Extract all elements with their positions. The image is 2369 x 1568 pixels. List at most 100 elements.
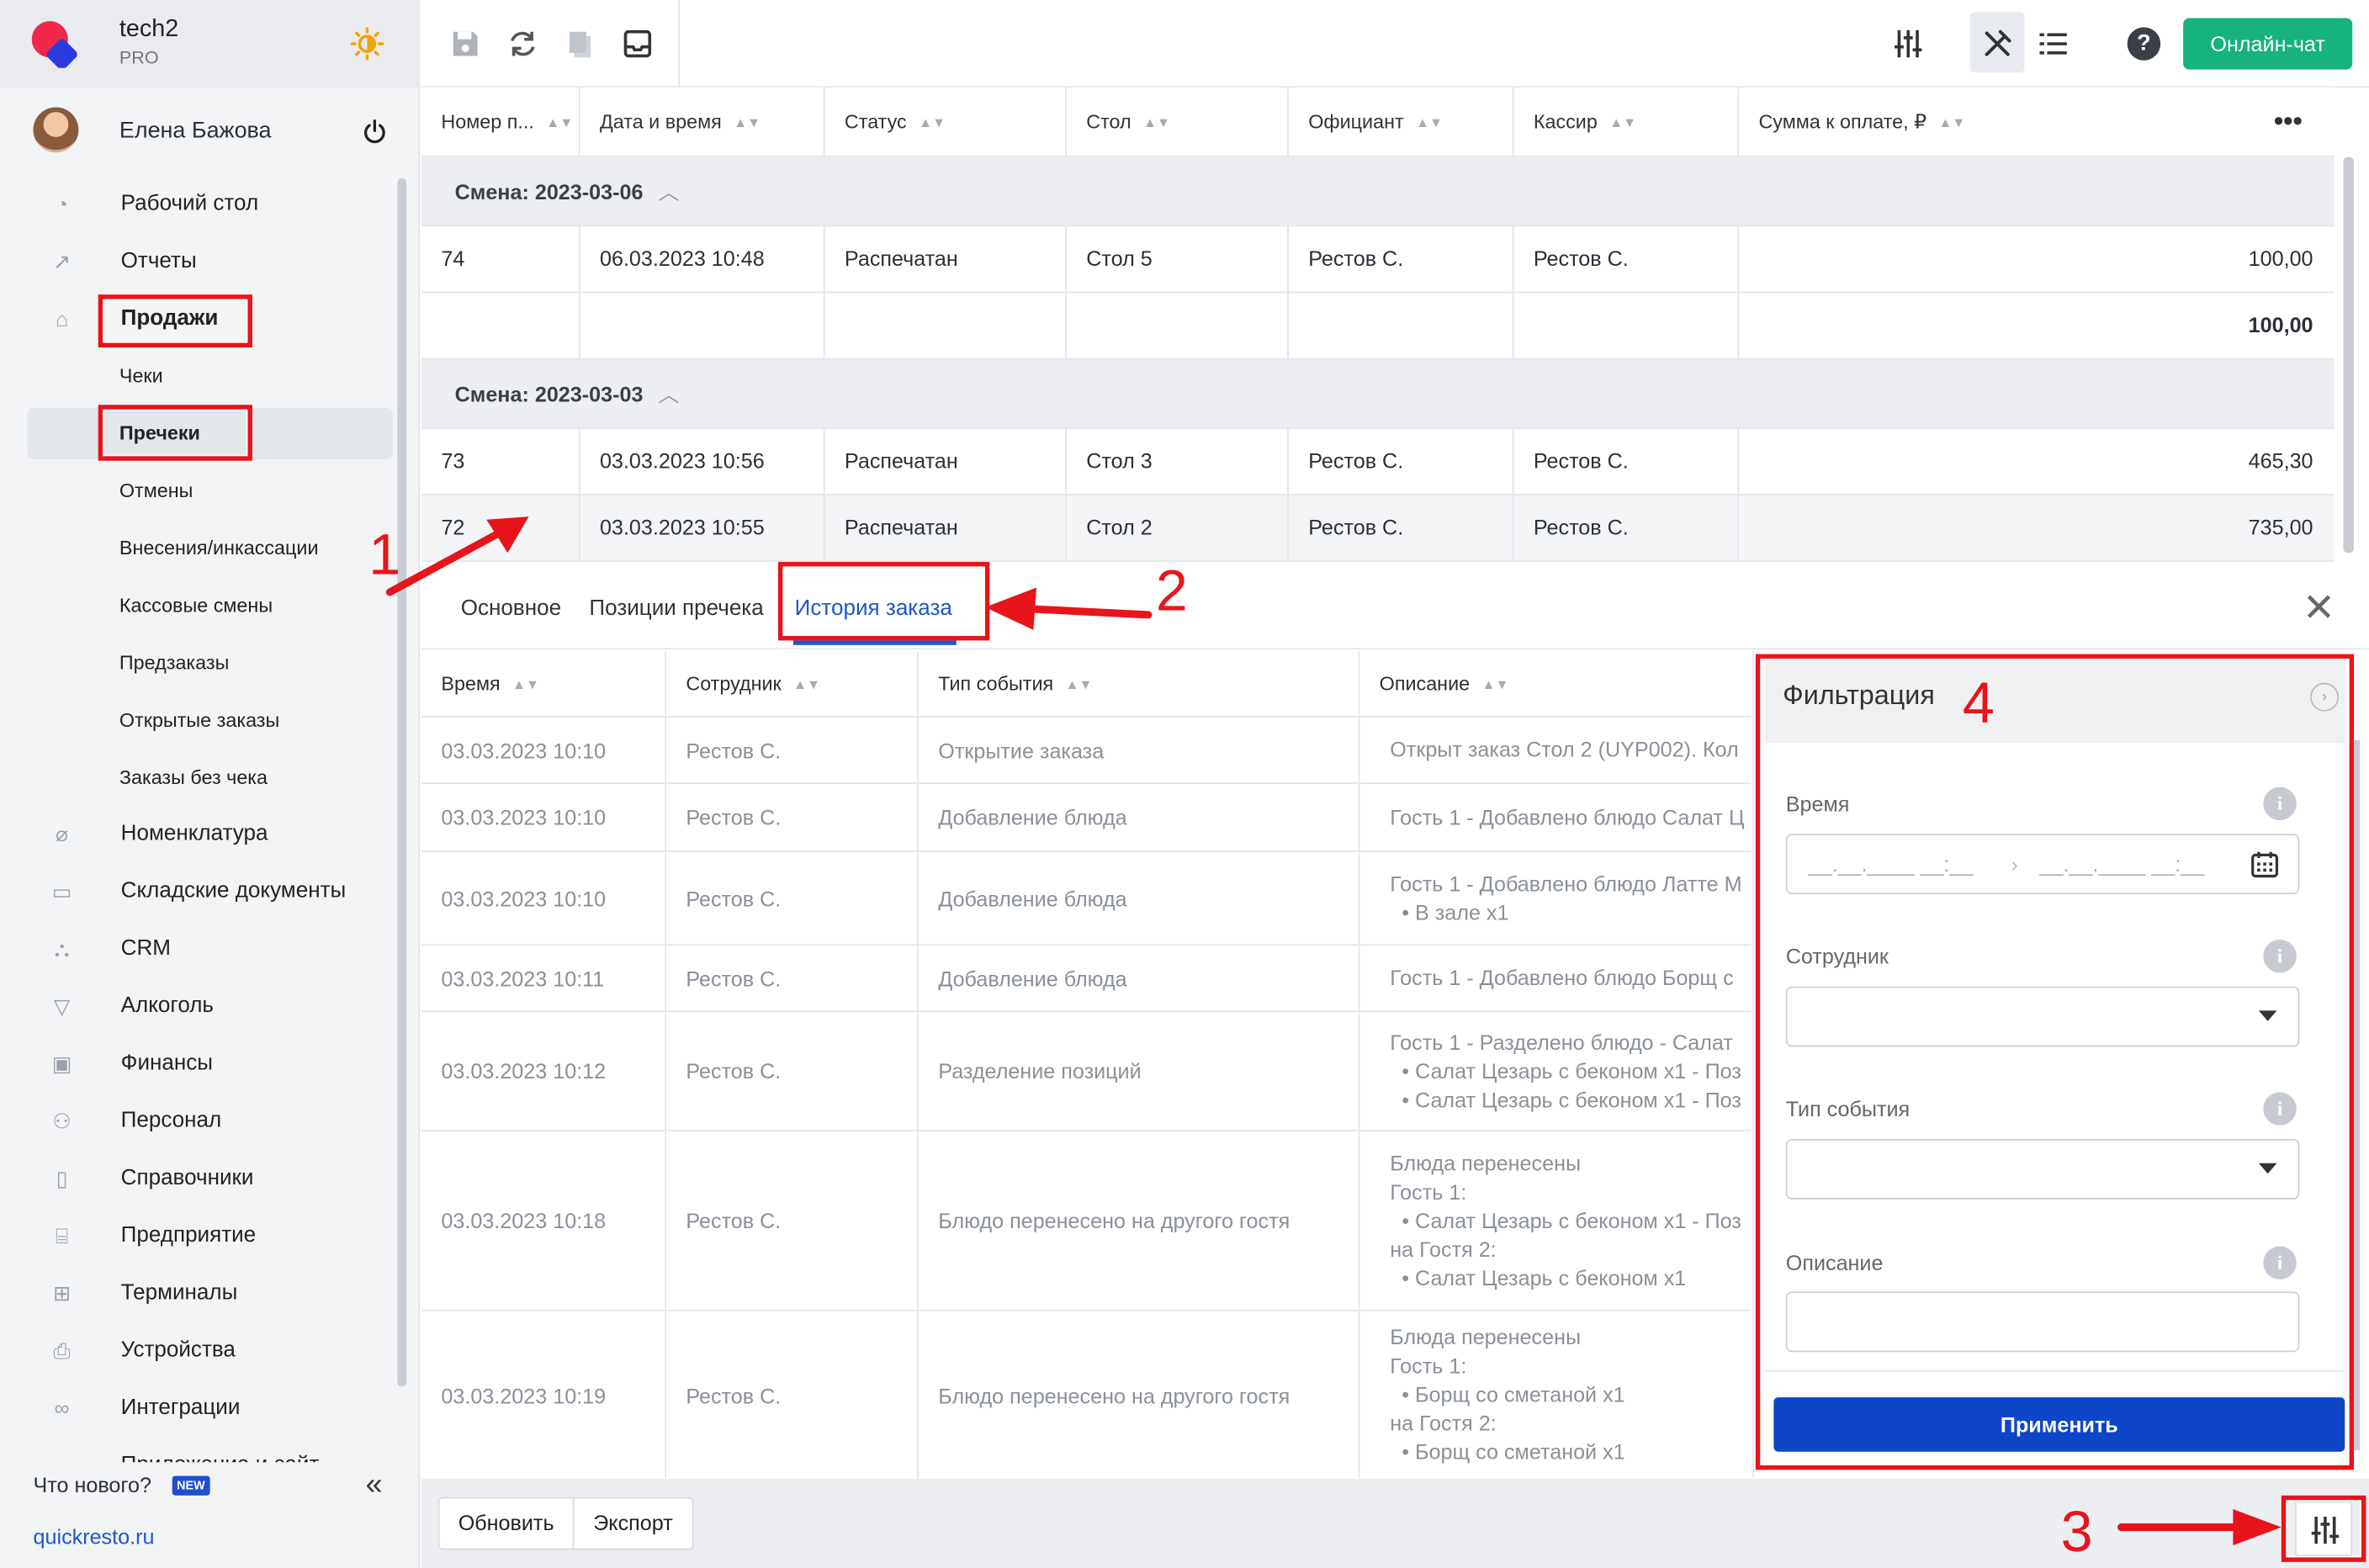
cell-total: 100,00 [2248, 312, 2313, 337]
sidebar-item-nomenclature[interactable]: ⌀ Номенклатура [0, 808, 408, 860]
refresh-icon[interactable] [506, 27, 540, 61]
cell-time: 03.03.2023 10:10 [421, 717, 667, 783]
sidebar-item-enterprise[interactable]: ⌸ Предприятие [0, 1210, 408, 1261]
sidebar-subitem-orders-no-check[interactable]: Заказы без чека [0, 752, 408, 803]
cell-datetime: 03.03.2023 10:55 [580, 495, 825, 561]
toolbar [421, 0, 2369, 88]
store-icon: ⌸ [56, 1223, 69, 1248]
sidebar-scrollbar[interactable] [397, 177, 407, 1387]
shift-group-header[interactable]: Смена: 2023-03-06 ︿ [421, 156, 2335, 227]
export-button[interactable]: Экспорт [572, 1496, 694, 1550]
sidebar-subitem-preorders[interactable]: Предзаказы [0, 638, 408, 689]
sidebar-item-label: Отчеты [120, 249, 197, 274]
sidebar-subitem-cancels[interactable]: Отмены [0, 465, 408, 516]
history-row[interactable]: 03.03.2023 10:12 Рестов С. Разделение по… [421, 1012, 1752, 1132]
history-row[interactable]: 03.03.2023 10:11 Рестов С. Добавление бл… [421, 946, 1752, 1013]
sidebar-subitem-open-orders[interactable]: Открытые заказы [0, 695, 408, 746]
col-sum[interactable]: Сумма к оплате, ₽ ▲▼ [1739, 87, 2335, 157]
annotation-number: 3 [2060, 1501, 2093, 1565]
col-description[interactable]: Описание ▲▼ [1359, 650, 1752, 718]
desc-line: Гость 1 - Добавлено блюдо Салат Ц [1390, 804, 1745, 829]
sidebar-item-desktop[interactable]: ◔ Рабочий стол [0, 178, 408, 230]
more-options-icon[interactable]: ••• [2274, 106, 2303, 138]
sidebar-item-label: Предзаказы [119, 650, 230, 674]
tag-icon: ⌀ [56, 821, 69, 846]
sidebar-subitem-cash-ops[interactable]: Внесения/инкассации [0, 522, 408, 574]
shift-title: Смена: 2023-03-03 [454, 382, 644, 407]
online-chat-button[interactable]: Онлайн-чат [2183, 18, 2353, 70]
collapse-sidebar-icon[interactable]: « [366, 1468, 383, 1502]
copy-icon[interactable] [564, 27, 597, 61]
sidebar-item-integrations[interactable]: ∞ Интеграции [0, 1382, 408, 1433]
table-row[interactable]: 73 03.03.2023 10:56 Распечатан Стол 3 Ре… [421, 428, 2335, 496]
col-number[interactable]: Номер п... ▲▼ [421, 87, 580, 157]
col-time[interactable]: Время ▲▼ [421, 650, 667, 718]
sidebar-subitem-shifts[interactable]: Кассовые смены [0, 580, 408, 632]
cell-datetime: 06.03.2023 10:48 [580, 226, 825, 292]
refresh-button[interactable]: Обновить [437, 1496, 575, 1550]
cell-sum: 465,30 [2248, 448, 2313, 474]
filter-scrollbar[interactable] [2354, 739, 2361, 1450]
col-employee[interactable]: Сотрудник ▲▼ [666, 650, 919, 718]
power-icon[interactable] [363, 119, 387, 144]
sidebar-item-label: Номенклатура [120, 821, 268, 846]
shift-group-header[interactable]: Смена: 2023-03-03 ︿ [421, 359, 2335, 429]
basket-icon: ⌂ [56, 306, 69, 331]
sidebar-item-terminals[interactable]: ⊞ Терминалы [0, 1268, 408, 1319]
printer-icon: ⎙ [53, 1338, 71, 1363]
sidebar-item-warehouse[interactable]: ▭ Складские документы [0, 866, 408, 917]
col-waiter[interactable]: Официант ▲▼ [1288, 87, 1514, 157]
desc-line: на Гостя 2: [1390, 1411, 1497, 1435]
cell-employee: Рестов С. [666, 1311, 919, 1480]
sliders-icon[interactable] [1891, 27, 1925, 61]
cell-employee: Рестов С. [666, 851, 919, 945]
sidebar-item-references[interactable]: ▯ Справочники [0, 1152, 408, 1204]
col-cashier[interactable]: Кассир ▲▼ [1513, 87, 1740, 157]
sidebar-item-alcohol[interactable]: ▽ Алкоголь [0, 980, 408, 1031]
desc-line: • Борщ со сметаной x1 [1390, 1439, 1625, 1465]
col-status[interactable]: Статус ▲▼ [824, 87, 1067, 157]
cell-waiter: Рестов С. [1289, 428, 1514, 495]
sidebar-item-staff[interactable]: ⚇ Персонал [0, 1095, 408, 1147]
box-icon: ▭ [51, 879, 72, 903]
history-row[interactable]: 03.03.2023 10:19 Рестов С. Блюдо перенес… [421, 1311, 1751, 1480]
tab-precheck-items[interactable]: Позиции пречека [589, 596, 763, 621]
table-scrollbar[interactable] [2343, 156, 2355, 554]
help-icon[interactable]: ? [2127, 27, 2161, 61]
cell-waiter: Рестов С. [1289, 226, 1514, 292]
col-table[interactable]: Стол ▲▼ [1066, 87, 1289, 157]
table-row[interactable]: 74 06.03.2023 10:48 Распечатан Стол 5 Ре… [421, 226, 2335, 294]
close-icon[interactable]: ✕ [2303, 588, 2336, 628]
brand-plan: PRO [119, 46, 159, 68]
sidebar-item-label: Чеки [119, 363, 163, 387]
desc-line: • Салат Цезарь с беконом x1 - Поз [1390, 1087, 1741, 1111]
theme-toggle-icon[interactable] [350, 27, 384, 61]
sidebar-subitem-checks[interactable]: Чеки [0, 351, 408, 402]
sidebar-item-app[interactable]: ▭ Приложение и сайт [0, 1439, 408, 1463]
avatar[interactable] [33, 107, 79, 153]
inbox-icon[interactable] [621, 27, 655, 61]
tools-icon [1985, 29, 2011, 56]
table-row-selected[interactable]: 72 03.03.2023 10:55 Распечатан Стол 2 Ре… [421, 495, 2335, 563]
sidebar-item-devices[interactable]: ⎙ Устройства [0, 1325, 408, 1376]
site-link[interactable]: quickresto.ru [34, 1524, 155, 1549]
sidebar-item-crm[interactable]: ⛬ CRM [0, 923, 408, 974]
cell-cashier: Рестов С. [1514, 226, 1740, 292]
list-icon[interactable] [2037, 27, 2070, 61]
cell-employee: Рестов С. [666, 783, 919, 851]
history-row[interactable]: 03.03.2023 10:10 Рестов С. Открытие зака… [421, 717, 1752, 784]
history-row[interactable]: 03.03.2023 10:10 Рестов С. Добавление бл… [421, 851, 1752, 946]
cell-sum: 735,00 [2248, 515, 2313, 540]
col-event-type[interactable]: Тип события ▲▼ [918, 650, 1360, 718]
history-row[interactable]: 03.03.2023 10:18 Рестов С. Блюдо перенес… [421, 1131, 1752, 1311]
sidebar-item-finance[interactable]: ▣ Финансы [0, 1038, 408, 1089]
cell-description: Открыт заказ Стол 2 (UYP002). Кол [1359, 718, 1751, 782]
save-icon[interactable] [448, 27, 482, 61]
whats-new-link[interactable]: Что нового? [34, 1473, 151, 1497]
cell-event-type: Открытие заказа [919, 717, 1360, 783]
annotation-box-filter-toggle [2281, 1495, 2366, 1562]
history-row[interactable]: 03.03.2023 10:10 Рестов С. Добавление бл… [421, 783, 1752, 852]
sidebar-item-reports[interactable]: ↗ Отчеты [0, 236, 408, 287]
cell-description: Гость 1 - Добавлено блюдо Салат Ц [1359, 784, 1751, 850]
col-datetime[interactable]: Дата и время ▲▼ [580, 87, 825, 157]
